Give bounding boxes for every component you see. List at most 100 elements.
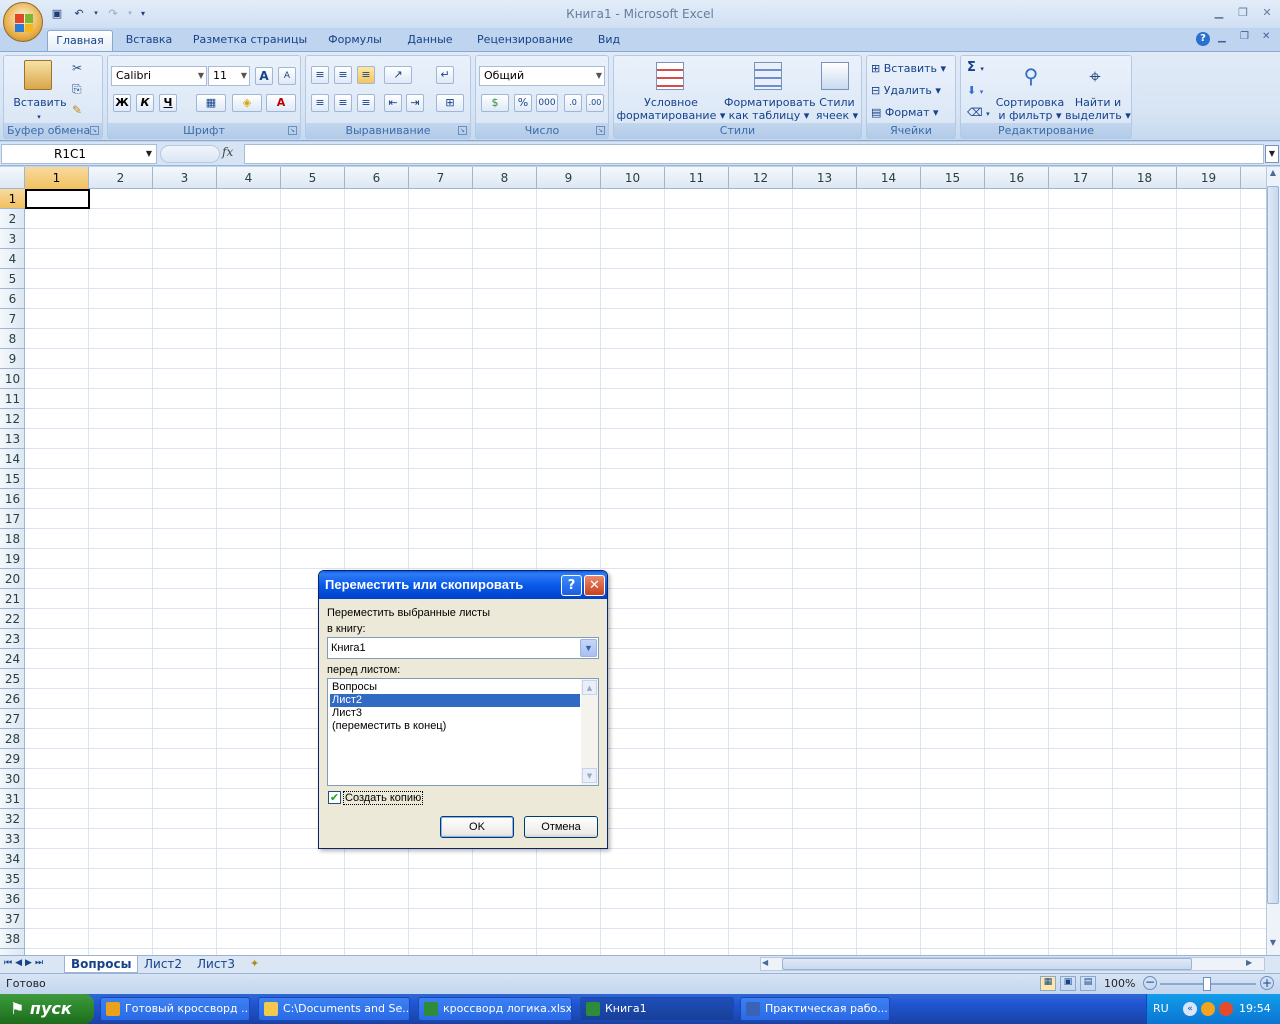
row-header[interactable]: 28: [0, 729, 25, 749]
row-header[interactable]: 2: [0, 209, 25, 229]
tab-formulas[interactable]: Формулы: [320, 30, 390, 52]
decrease-indent-icon[interactable]: ⇤: [384, 94, 402, 112]
font-size-combo[interactable]: 11 ▼: [208, 66, 250, 86]
column-header[interactable]: 16: [985, 167, 1049, 189]
active-cell[interactable]: [25, 189, 90, 209]
chevron-down-icon[interactable]: ▼: [580, 639, 597, 657]
scroll-down-icon[interactable]: ▼: [1267, 938, 1279, 954]
before-sheet-list[interactable]: Вопросы Лист2 Лист3 (переместить в конец) ▲…: [327, 678, 599, 786]
row-header[interactable]: 37: [0, 909, 25, 929]
italic-button[interactable]: К: [136, 94, 154, 112]
row-header[interactable]: 17: [0, 509, 25, 529]
row-header[interactable]: 10: [0, 369, 25, 389]
align-top-icon[interactable]: ≡: [311, 66, 329, 84]
percent-button[interactable]: %: [514, 94, 532, 112]
row-header[interactable]: 33: [0, 829, 25, 849]
number-format-combo[interactable]: Общий ▼: [479, 66, 605, 86]
column-header[interactable]: 13: [793, 167, 857, 189]
orientation-icon[interactable]: ↗: [384, 66, 412, 84]
list-item[interactable]: Лист2: [330, 694, 580, 707]
row-header[interactable]: 8: [0, 329, 25, 349]
wrap-text-icon[interactable]: ↵: [436, 66, 454, 84]
column-header[interactable]: 12: [729, 167, 793, 189]
column-header[interactable]: 8: [473, 167, 537, 189]
insert-sheet-icon[interactable]: ✦: [250, 957, 259, 970]
list-scroll-up-icon[interactable]: ▲: [582, 680, 597, 695]
row-header[interactable]: 5: [0, 269, 25, 289]
sheet-tab[interactable]: Лист3: [191, 956, 241, 973]
row-header[interactable]: 25: [0, 669, 25, 689]
underline-button[interactable]: Ч: [159, 94, 177, 112]
horizontal-scroll-thumb[interactable]: [782, 958, 1192, 970]
language-indicator[interactable]: RU: [1153, 1002, 1169, 1015]
row-header[interactable]: 9: [0, 349, 25, 369]
dialog-close-button[interactable]: ✕: [584, 575, 605, 596]
list-item[interactable]: Лист3: [330, 707, 580, 720]
grow-font-button[interactable]: A: [255, 67, 273, 85]
column-header[interactable]: 10: [601, 167, 665, 189]
tab-insert[interactable]: Вставка: [118, 30, 180, 52]
column-header[interactable]: 7: [409, 167, 473, 189]
page-break-view-icon[interactable]: ▤: [1080, 976, 1096, 991]
row-header[interactable]: 21: [0, 589, 25, 609]
font-color-icon[interactable]: A: [266, 94, 296, 112]
expand-formula-bar-icon[interactable]: ▼: [1265, 145, 1279, 163]
shrink-font-button[interactable]: A: [278, 67, 296, 85]
row-header[interactable]: 3: [0, 229, 25, 249]
row-header[interactable]: 7: [0, 309, 25, 329]
format-painter-icon[interactable]: ✎: [72, 103, 82, 117]
ribbon-close-icon[interactable]: ✕: [1262, 31, 1270, 42]
thousands-button[interactable]: 000: [536, 94, 558, 112]
fill-color-icon[interactable]: ◈: [232, 94, 262, 112]
column-header[interactable]: 6: [345, 167, 409, 189]
row-header[interactable]: 35: [0, 869, 25, 889]
row-header[interactable]: 12: [0, 409, 25, 429]
create-copy-checkbox[interactable]: ✔: [328, 791, 341, 804]
help-icon[interactable]: ?: [1196, 32, 1210, 46]
taskbar-task[interactable]: кроссворд логика.xlsx: [418, 997, 572, 1021]
format-as-table-button[interactable]: Форматировать как таблицу ▾: [724, 96, 816, 122]
column-header[interactable]: 2: [89, 167, 153, 189]
tab-home[interactable]: Главная: [47, 30, 113, 52]
tab-review[interactable]: Рецензирование: [470, 30, 580, 52]
align-left-icon[interactable]: ≡: [311, 94, 329, 112]
clear-button[interactable]: ⌫ ▾: [967, 106, 990, 121]
alignment-launcher-icon[interactable]: ↘: [458, 126, 467, 135]
decrease-decimal-icon[interactable]: .00: [586, 94, 604, 112]
tab-data[interactable]: Данные: [400, 30, 460, 52]
row-header[interactable]: 14: [0, 449, 25, 469]
delete-cells-button[interactable]: ⊟ Удалить ▾: [871, 84, 941, 97]
zoom-out-icon[interactable]: −: [1143, 976, 1157, 990]
paste-button[interactable]: Вставить: [10, 96, 70, 109]
format-cells-button[interactable]: ▤ Формат ▾: [871, 106, 939, 119]
create-copy-label[interactable]: Создать копию: [343, 791, 424, 805]
list-scrollbar[interactable]: ▲ ▼: [581, 679, 598, 785]
row-header[interactable]: 15: [0, 469, 25, 489]
office-button[interactable]: [3, 2, 43, 42]
conditional-formatting-button[interactable]: Условное форматирование ▾: [616, 96, 726, 122]
font-name-combo[interactable]: Calibri ▼: [111, 66, 207, 86]
fill-button[interactable]: ⬇ ▾: [967, 84, 983, 99]
sort-filter-button[interactable]: Сортировка и фильтр ▾: [995, 96, 1065, 122]
find-select-button[interactable]: Найти и выделить ▾: [1065, 96, 1131, 122]
row-header[interactable]: 18: [0, 529, 25, 549]
list-item[interactable]: (переместить в конец): [330, 720, 580, 733]
tab-page-layout[interactable]: Разметка страницы: [190, 30, 310, 52]
row-header[interactable]: 31: [0, 789, 25, 809]
insert-cells-button[interactable]: ⊞ Вставить ▾: [871, 62, 946, 75]
copy-icon[interactable]: ⎘: [72, 82, 82, 97]
bold-button[interactable]: Ж: [113, 94, 131, 112]
row-header[interactable]: 32: [0, 809, 25, 829]
row-header[interactable]: 34: [0, 849, 25, 869]
tray-app-icon-2[interactable]: [1219, 1002, 1233, 1016]
align-bottom-icon[interactable]: ≡: [357, 66, 375, 84]
taskbar-task[interactable]: C:\Documents and Se...: [258, 997, 410, 1021]
taskbar-task[interactable]: Готовый кроссворд ...: [100, 997, 250, 1021]
align-middle-icon[interactable]: ≡: [334, 66, 352, 84]
currency-format-icon[interactable]: $: [481, 94, 509, 112]
row-header[interactable]: 11: [0, 389, 25, 409]
tray-app-icon[interactable]: [1201, 1002, 1215, 1016]
cancel-button[interactable]: Отмена: [524, 816, 598, 838]
align-center-icon[interactable]: ≡: [334, 94, 352, 112]
minimize-icon[interactable]: ▁: [1208, 6, 1230, 20]
